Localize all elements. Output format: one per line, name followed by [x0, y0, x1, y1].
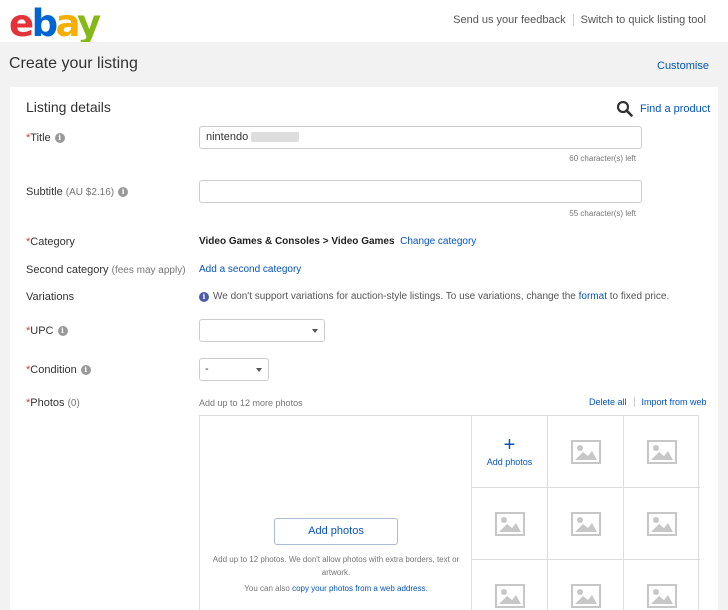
- format-link[interactable]: format: [579, 291, 607, 302]
- second-category-label: Second category (fees may apply): [26, 264, 186, 276]
- photo-placeholder[interactable]: [472, 560, 548, 610]
- variations-label: Variations: [26, 291, 75, 303]
- quick-listing-link[interactable]: Switch to quick listing tool: [581, 14, 706, 26]
- info-icon[interactable]: i: [118, 187, 129, 198]
- photo-placeholder[interactable]: [624, 488, 700, 560]
- import-from-web-link[interactable]: Import from web: [642, 397, 707, 407]
- subtitle-input[interactable]: [199, 180, 642, 203]
- chevron-down-icon: [256, 368, 262, 372]
- change-category-link[interactable]: Change category: [400, 236, 476, 247]
- info-icon[interactable]: i: [54, 133, 65, 144]
- photos-label: *Photos (0): [26, 397, 80, 409]
- plus-icon: +: [503, 433, 516, 456]
- section-title: Listing details: [26, 99, 111, 115]
- upc-label: *UPC i: [26, 325, 68, 337]
- web-photos-hint: You can also copy your photos from a web…: [244, 584, 428, 593]
- category-label: *Category: [26, 236, 75, 248]
- copy-from-web-link[interactable]: copy your photos from a web address: [292, 584, 425, 593]
- subtitle-counter: 55 character(s) left: [569, 209, 636, 218]
- find-product-button[interactable]: Find a product: [616, 100, 710, 117]
- image-placeholder-icon: [570, 439, 601, 464]
- upc-select[interactable]: [199, 319, 325, 342]
- photos-hint: Add up to 12 more photos: [199, 398, 303, 408]
- feedback-link[interactable]: Send us your feedback: [453, 14, 566, 26]
- image-placeholder-icon: [570, 583, 601, 608]
- photo-placeholder[interactable]: [548, 488, 624, 560]
- image-placeholder-icon: [494, 583, 525, 608]
- image-placeholder-icon: [570, 511, 601, 536]
- image-placeholder-icon: [647, 511, 677, 536]
- title-counter: 60 character(s) left: [569, 154, 636, 163]
- photo-placeholder[interactable]: [624, 416, 700, 488]
- photo-placeholder[interactable]: [548, 416, 624, 488]
- photo-placeholder[interactable]: [624, 560, 700, 610]
- customise-link[interactable]: Customise: [657, 60, 709, 72]
- variations-notice: i We don't support variations for auctio…: [199, 291, 669, 302]
- add-photo-tile-label: Add photos: [486, 456, 533, 467]
- top-bar: ebay Send us your feedback Switch to qui…: [0, 0, 728, 45]
- photo-grid: Add photos Add up to 12 photos. We don't…: [199, 415, 700, 610]
- photo-placeholder[interactable]: [548, 560, 624, 610]
- image-placeholder-icon: [494, 511, 525, 536]
- ebay-logo[interactable]: ebay: [9, 2, 101, 45]
- redacted-text: [251, 132, 300, 143]
- info-icon[interactable]: i: [57, 326, 68, 337]
- photo-placeholder[interactable]: [472, 488, 548, 560]
- image-placeholder-icon: [647, 439, 677, 464]
- add-photos-button[interactable]: Add photos: [274, 518, 398, 545]
- photo-guidelines: Add up to 12 photos. We don't allow phot…: [212, 555, 460, 577]
- divider: [633, 397, 635, 407]
- delete-all-link[interactable]: Delete all: [589, 397, 627, 407]
- photo-dropzone[interactable]: Add photos Add up to 12 photos. We don't…: [200, 416, 472, 610]
- find-product-label: Find a product: [640, 102, 711, 115]
- info-icon[interactable]: i: [80, 365, 91, 376]
- header-links: Send us your feedback Switch to quick li…: [453, 14, 706, 26]
- add-photo-tile[interactable]: + Add photos: [472, 416, 548, 488]
- search-icon: [616, 100, 633, 117]
- title-label: *Title i: [26, 132, 65, 144]
- category-value: Video Games & Consoles > Video Games Cha…: [199, 236, 477, 247]
- page-title: Create your listing: [9, 55, 138, 72]
- subtitle-label: Subtitle (AU $2.16) i: [26, 186, 129, 198]
- add-second-category-link[interactable]: Add a second category: [199, 264, 301, 275]
- condition-select[interactable]: -: [199, 358, 269, 381]
- title-input[interactable]: nintendo: [199, 126, 642, 149]
- condition-label: *Condition i: [26, 364, 91, 376]
- chevron-down-icon: [312, 329, 318, 333]
- info-icon: i: [199, 291, 209, 302]
- divider: [572, 14, 574, 26]
- image-placeholder-icon: [647, 583, 677, 608]
- photos-actions: Delete all Import from web: [589, 397, 707, 407]
